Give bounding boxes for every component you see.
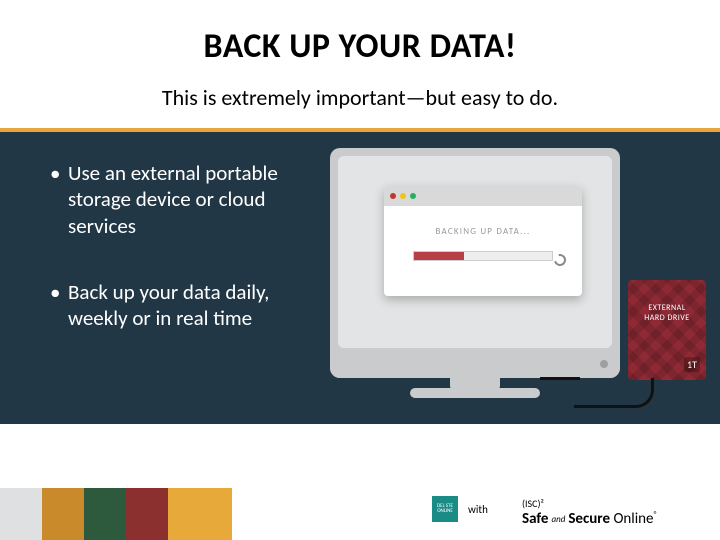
brand-part: Online xyxy=(613,510,653,528)
stripe xyxy=(0,488,42,540)
list-item: Use an external portable storage device … xyxy=(50,160,310,239)
isc2-text: (ISC)² xyxy=(522,497,544,510)
list-item: Back up your data daily, weekly or in re… xyxy=(50,279,310,332)
monitor-screen: BACKING UP DATA... xyxy=(338,156,612,348)
progress-bar xyxy=(413,251,553,261)
brand-part: and xyxy=(548,514,568,525)
brand-part: Safe xyxy=(522,510,548,528)
stripe xyxy=(42,488,84,540)
monitor-base xyxy=(410,388,540,398)
drive-cable xyxy=(574,378,654,408)
window-dot-red-icon xyxy=(390,193,396,199)
drive-capacity: 1T xyxy=(684,357,700,372)
with-text: with xyxy=(468,503,488,516)
slide-subtitle: This is extremely important—but easy to … xyxy=(0,84,720,111)
stripe xyxy=(84,488,126,540)
drive-label-line2: HARD DRIVE xyxy=(644,313,689,323)
drive-cable xyxy=(540,372,580,380)
monitor-body: BACKING UP DATA... xyxy=(330,148,620,378)
drive-label-line1: EXTERNAL xyxy=(648,303,685,313)
footer-stripes xyxy=(0,488,232,540)
external-drive-illustration: EXTERNAL HARD DRIVE 1T xyxy=(628,280,706,380)
badge-icon: DEL STE ONLINE xyxy=(432,496,458,522)
drive-label: EXTERNAL HARD DRIVE xyxy=(628,304,706,323)
brand-part: Secure xyxy=(568,510,610,528)
trademark-icon: ® xyxy=(653,510,657,520)
bullet-list: Use an external portable storage device … xyxy=(50,160,310,371)
stripe xyxy=(126,488,168,540)
backup-dialog: BACKING UP DATA... xyxy=(384,186,582,296)
stripe xyxy=(168,488,232,540)
slide-title: BACK UP YOUR DATA! xyxy=(0,26,720,67)
footer-mark: DEL STE ONLINE with xyxy=(432,496,488,522)
window-dot-green-icon xyxy=(410,193,416,199)
power-led-icon xyxy=(600,360,608,368)
brand-text: SafeandSecure Online® xyxy=(522,510,658,528)
footer: DEL STE ONLINE with (ISC)² SafeandSecure… xyxy=(0,468,720,540)
badge-text: DEL STE ONLINE xyxy=(432,504,458,515)
monitor-illustration: BACKING UP DATA... xyxy=(330,148,630,408)
progress-fill xyxy=(414,252,464,260)
window-dot-yellow-icon xyxy=(400,193,406,199)
slide: BACK UP YOUR DATA! This is extremely imp… xyxy=(0,0,720,540)
refresh-icon xyxy=(552,252,568,268)
dialog-titlebar xyxy=(384,186,582,206)
dialog-text: BACKING UP DATA... xyxy=(384,226,582,237)
